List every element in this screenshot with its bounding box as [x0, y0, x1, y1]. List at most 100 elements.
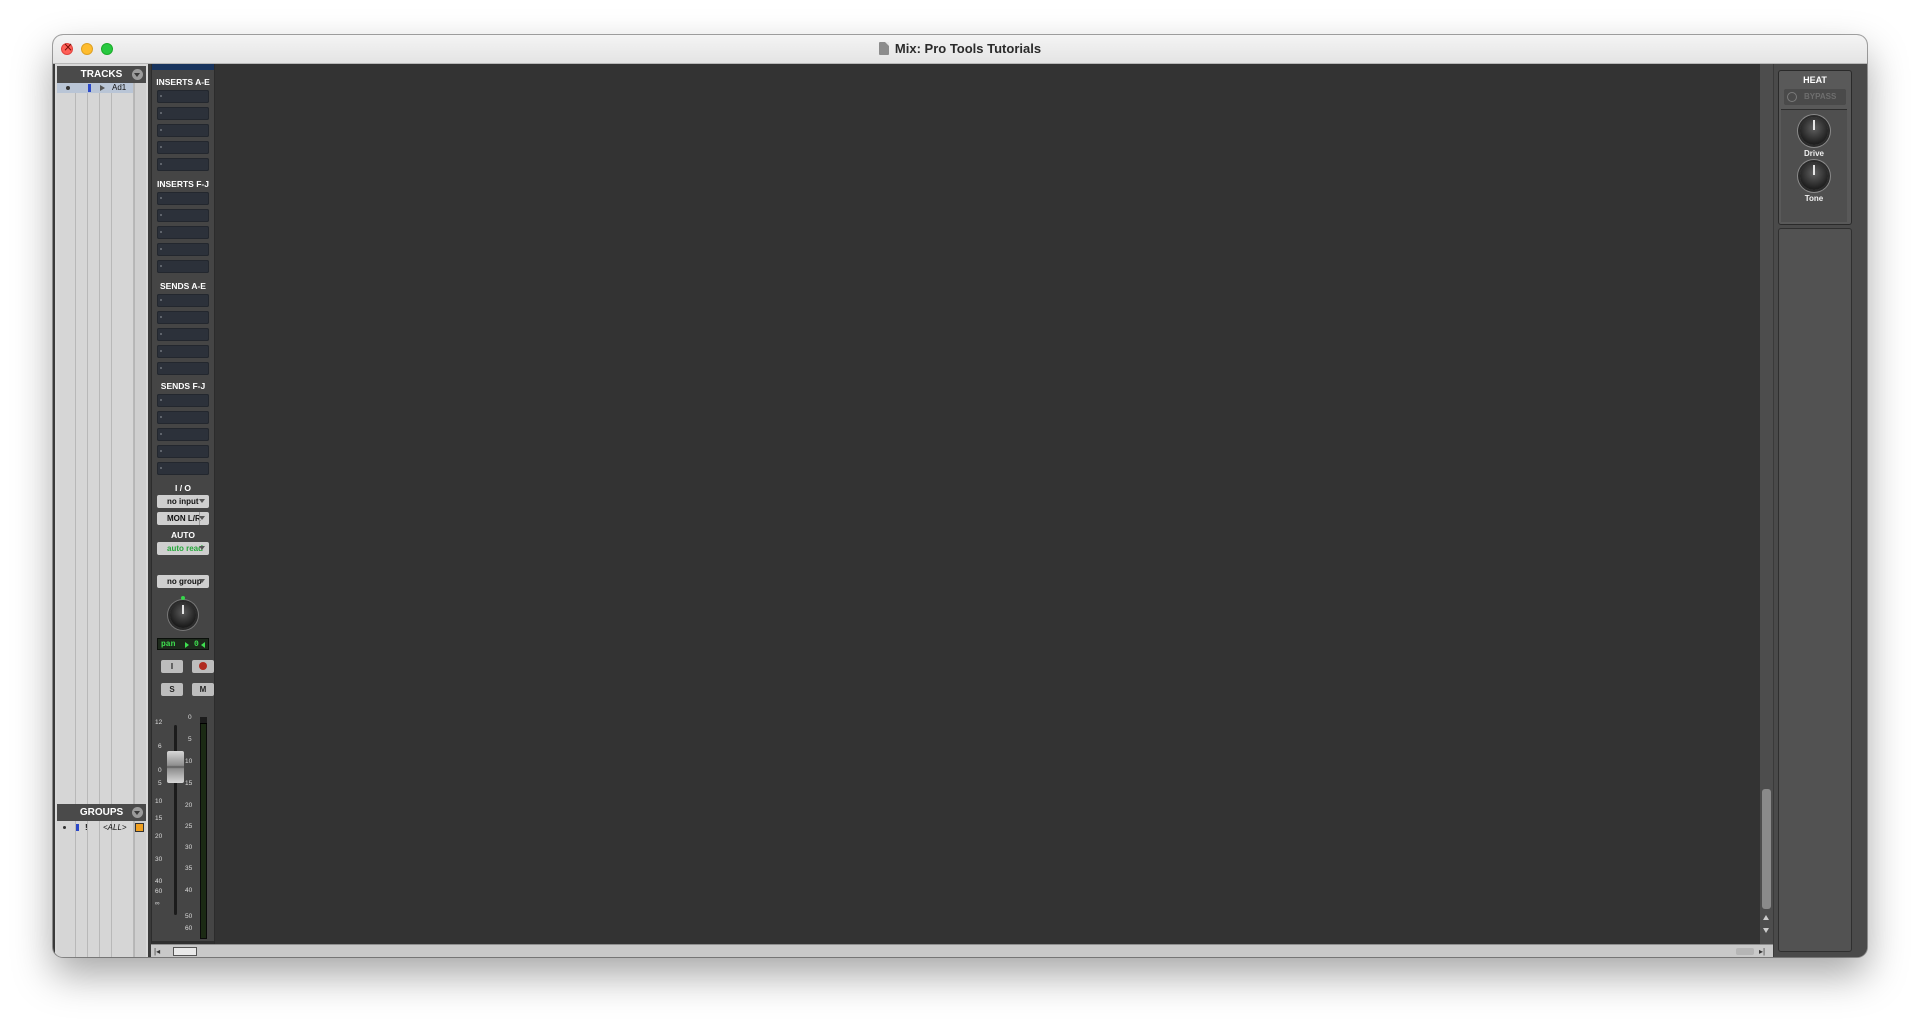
drive-knob[interactable] [1800, 117, 1828, 145]
channel-strip: INSERTS A-E INSERTS F-J SENDS A-E SENDS … [151, 64, 215, 957]
insert-slot-a[interactable] [157, 90, 209, 103]
insert-slot-j[interactable] [157, 260, 209, 273]
input-monitor-button[interactable]: I [161, 660, 183, 673]
document-icon [878, 42, 889, 55]
fader-scale-label: 20 [155, 833, 163, 840]
insert-slot-f[interactable] [157, 192, 209, 205]
narrow-mix-layout-icon[interactable] [173, 947, 197, 956]
inserts-ae-label: INSERTS A-E [156, 77, 210, 87]
fader-scale-label: 0 [158, 767, 162, 774]
send-slot-e[interactable] [157, 362, 209, 375]
plugin-panel-empty [1778, 228, 1852, 952]
tone-label: Tone [1804, 194, 1824, 203]
tracks-list-scrollbar[interactable] [134, 83, 146, 823]
automation-mode-value: auto read [167, 544, 204, 553]
strip-color-bar [152, 64, 214, 70]
groups-menu-icon[interactable] [132, 807, 143, 818]
send-slot-i[interactable] [157, 445, 209, 458]
meter-scale-label: 10 [185, 758, 193, 765]
group-row[interactable]: ! <ALL> [57, 822, 146, 833]
insert-slot-g[interactable] [157, 209, 209, 222]
mute-button[interactable]: M [192, 683, 214, 696]
plugin-title: HEAT [1803, 75, 1827, 85]
insert-slot-b[interactable] [157, 107, 209, 120]
mix-window: Mix: Pro Tools Tutorials TRACKS Ad1 GROU… [53, 35, 1867, 957]
group-selector-value: no group [167, 577, 202, 586]
send-slot-g[interactable] [157, 411, 209, 424]
pan-value: 0 [194, 640, 199, 649]
insert-slot-e[interactable] [157, 158, 209, 171]
meter-scale-label: 15 [185, 780, 193, 787]
group-swatch-icon [135, 823, 144, 832]
send-slot-d[interactable] [157, 345, 209, 358]
vertical-scrollbar[interactable] [1760, 64, 1773, 957]
output-selector[interactable]: MON L/R [157, 512, 209, 525]
group-selector[interactable]: no group [157, 575, 209, 588]
volume-fader-area: 12 6 0 5 10 15 20 30 40 60 ∞ 0 5 10 15 2… [154, 713, 212, 943]
groups-list-scrollbar[interactable] [134, 822, 146, 957]
group-flag: ! [85, 823, 88, 832]
fader-scale-label: 5 [158, 780, 162, 787]
chevron-down-icon [199, 546, 205, 550]
power-icon [1787, 92, 1797, 102]
record-icon [199, 662, 207, 670]
heat-plugin: HEAT BYPASS Drive Tone [1778, 70, 1852, 225]
chevron-down-icon [199, 579, 205, 583]
chevron-down-icon [199, 499, 205, 503]
plugin-panel: HEAT BYPASS Drive Tone [1774, 64, 1867, 957]
sends-fj-label: SENDS F-J [160, 381, 206, 391]
send-slot-a[interactable] [157, 294, 209, 307]
bypass-button[interactable]: BYPASS [1784, 89, 1846, 105]
scroll-down-icon[interactable] [1763, 928, 1769, 933]
drive-label: Drive [1803, 149, 1824, 158]
group-active-icon[interactable] [63, 826, 66, 829]
insert-slot-i[interactable] [157, 243, 209, 256]
send-slot-h[interactable] [157, 428, 209, 441]
automation-mode-selector[interactable]: auto read [157, 542, 209, 555]
meter-scale-label: 40 [185, 887, 193, 894]
pan-led-icon [181, 596, 185, 600]
groups-header-label: GROUPS [79, 807, 124, 818]
meter-scale-label: 5 [188, 736, 192, 743]
scroll-up-icon[interactable] [1763, 915, 1769, 920]
pan-display[interactable]: pan 0 [157, 638, 209, 650]
plugin-controls: Drive Tone [1781, 109, 1847, 222]
meter-scale-label: 0 [188, 714, 192, 721]
meter-scale-label: 20 [185, 802, 193, 809]
fader-scale-label: 10 [155, 798, 163, 805]
fader-scale-label: 60 [155, 888, 163, 895]
clip-indicator[interactable] [200, 717, 207, 724]
record-enable-button[interactable] [192, 660, 214, 673]
io-label: I / O [174, 483, 192, 493]
send-slot-c[interactable] [157, 328, 209, 341]
fader-scale-label: 40 [155, 878, 163, 885]
tone-knob[interactable] [1800, 162, 1828, 190]
track-row[interactable]: Ad1 [57, 83, 133, 93]
level-meter [200, 717, 207, 939]
track-show-hide-icon[interactable] [66, 86, 70, 90]
horizontal-scrollbar[interactable]: |◂ ▸| [151, 944, 1773, 957]
sends-ae-label: SENDS A-E [160, 281, 206, 291]
scroll-end-icon[interactable]: ▸| [1759, 947, 1769, 956]
scroll-start-icon[interactable]: |◂ [154, 947, 166, 956]
send-slot-j[interactable] [157, 462, 209, 475]
send-slot-b[interactable] [157, 311, 209, 324]
pan-label: pan [161, 640, 176, 649]
solo-button[interactable]: S [161, 683, 183, 696]
send-slot-f[interactable] [157, 394, 209, 407]
pan-knob[interactable] [170, 596, 196, 628]
volume-fader-handle[interactable] [167, 751, 184, 783]
horizontal-scroll-thumb[interactable] [1736, 948, 1754, 955]
meter-scale-label: 35 [185, 865, 193, 872]
track-name: Ad1 [112, 83, 127, 92]
insert-slot-c[interactable] [157, 124, 209, 137]
meter-scale-label: 50 [185, 913, 193, 920]
vertical-scroll-thumb[interactable] [1762, 789, 1771, 909]
bypass-label: BYPASS [1804, 92, 1837, 101]
input-selector[interactable]: no input [157, 495, 209, 508]
tracks-menu-icon[interactable] [132, 69, 143, 80]
insert-slot-h[interactable] [157, 226, 209, 239]
group-color-icon [76, 824, 79, 831]
mix-area [215, 64, 1760, 944]
insert-slot-d[interactable] [157, 141, 209, 154]
